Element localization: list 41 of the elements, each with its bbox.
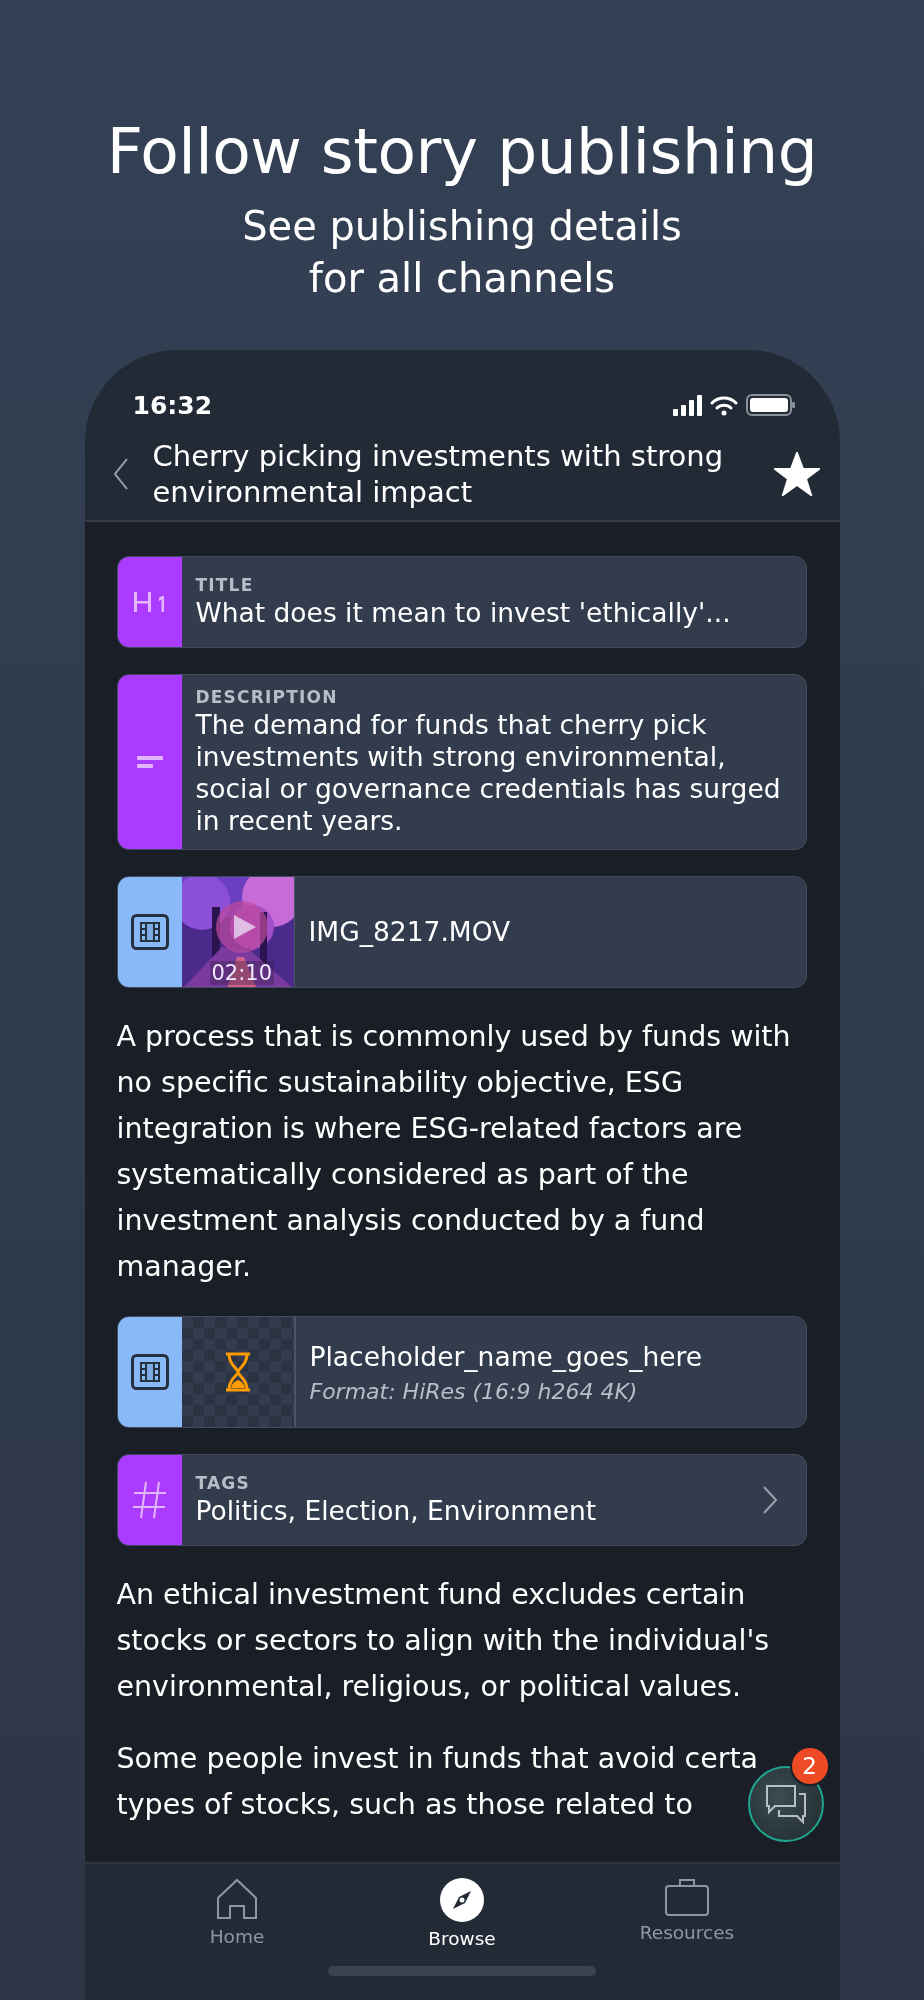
wifi-icon xyxy=(709,394,738,416)
body-paragraph: A process that is commonly used by funds with no specific sustainability objective, ESG integration is where ESG-related factors are systematically considered as part of the investment analysis conducted by a fund manager. xyxy=(116,1019,792,1285)
chevron-icon xyxy=(761,1485,778,1515)
chat-bubbles-icon xyxy=(764,1784,807,1824)
field-card[interactable]: TAGS Politics, Election, Environment xyxy=(116,1454,807,1546)
video-duration: 02:10 xyxy=(209,961,275,985)
field-label: TITLE xyxy=(195,575,255,595)
film-icon xyxy=(130,1354,169,1390)
field-value: Politics, Election, Environment xyxy=(195,1495,598,1527)
subtitle-line: for all channels xyxy=(308,254,616,303)
body-text-line: types of stocks, such as those related to xyxy=(116,1787,693,1823)
tab[interactable]: Resources xyxy=(607,1878,767,1949)
subtitle-line: See publishing details xyxy=(242,202,682,251)
hashtag-icon xyxy=(131,1480,168,1520)
briefcase-icon xyxy=(665,1878,709,1916)
compass-icon xyxy=(440,1878,484,1922)
tab[interactable]: Browse xyxy=(382,1878,542,1949)
field-label: TAGS xyxy=(195,1473,251,1493)
house-icon xyxy=(216,1878,258,1920)
field-value: The demand for funds that cherry pick investments with strong environmental, social or governance credentials has surged in recent years. xyxy=(195,709,782,837)
media-filename: IMG_8217.MOV xyxy=(308,916,512,948)
status-time: 16:32 xyxy=(132,390,213,420)
text-lines-icon xyxy=(136,756,163,768)
tab[interactable]: Home xyxy=(157,1878,317,1949)
media-card[interactable]: 02:10 IMG_8217.MOV xyxy=(116,876,807,988)
field-label: DESCRIPTION xyxy=(195,687,339,707)
field-value: What does it mean to invest 'ethically'... xyxy=(195,597,732,629)
back-button[interactable] xyxy=(112,457,129,491)
headline: Follow story publishing xyxy=(106,114,818,190)
notification-badge: 2 xyxy=(789,1746,830,1786)
body-text-line: Some people invest in funds that avoid certa xyxy=(116,1741,759,1777)
battery-icon xyxy=(745,394,796,416)
hourglass-icon xyxy=(223,1352,252,1392)
media-format: Format: HiRes (16:9 h264 4K) xyxy=(309,1378,639,1404)
body-paragraph: An ethical investment fund excludes certain stocks or sectors to align with the individual's environmental, religious, or political values. xyxy=(116,1577,771,1705)
story-title: Cherry picking investments with strong environmental impact xyxy=(152,438,725,510)
film-icon xyxy=(130,914,169,950)
signal-icon xyxy=(672,394,702,416)
media-filename: Placeholder_name_goes_here xyxy=(309,1340,704,1373)
media-card[interactable]: Placeholder_name_goes_here Format: HiRes (16:9 h264 4K) xyxy=(116,1316,807,1428)
favorite-star-icon[interactable] xyxy=(773,452,820,496)
